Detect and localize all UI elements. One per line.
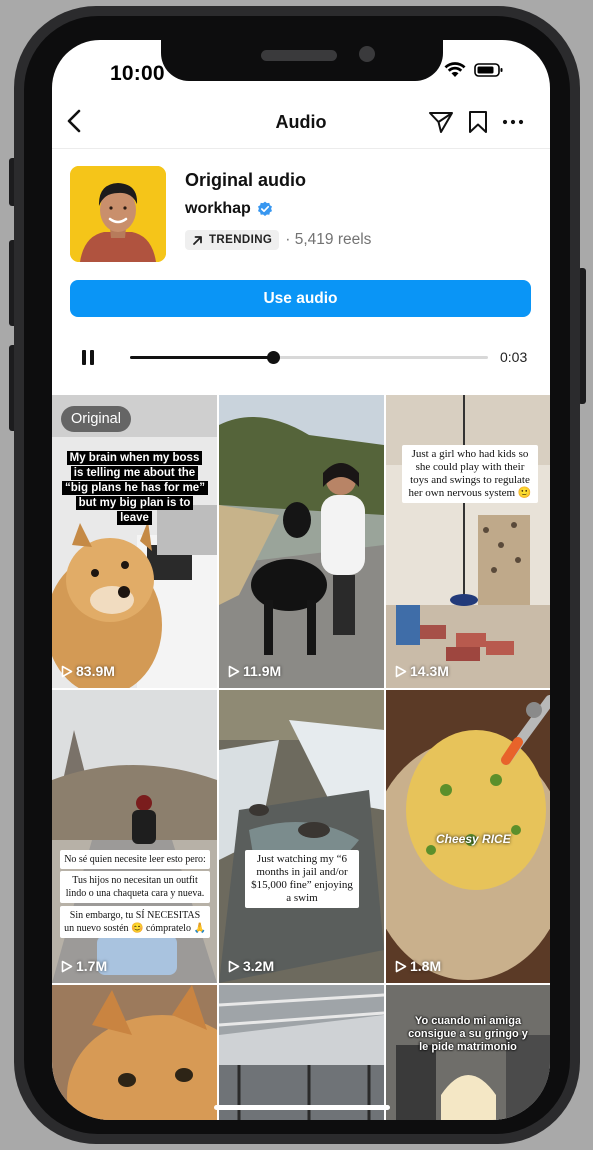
view-count: 1.7M [61,958,107,974]
play-icon [228,665,240,677]
verified-badge-icon [257,201,272,216]
reel-image [52,690,217,983]
wifi-icon [444,62,466,77]
home-indicator [214,1105,390,1110]
view-count: 3.2M [228,958,274,974]
trending-badge: TRENDING [185,230,280,250]
reel-caption: Just a girl who had kids so she could pl… [402,445,538,503]
artist-name: workhap [185,200,251,217]
trend-row: TRENDING · 5,419 reels [185,230,371,250]
view-count: 11.9M [228,663,281,679]
reel-thumbnail[interactable]: No sé quien necesite leer esto pero: Tus… [52,690,217,983]
screen: 10:00 Audio Original audio workhap TREND… [52,40,550,1120]
reel-image [219,395,384,688]
reel-thumbnail[interactable]: Just a girl who had kids so she could pl… [386,395,550,688]
reel-caption: Just watching my “6 months in jail and/o… [245,850,359,908]
play-icon [395,960,407,972]
reel-image [219,690,384,983]
view-count: 83.9M [61,663,115,679]
progress-fill [130,356,274,359]
reel-image [52,395,217,688]
front-camera [359,46,375,62]
reel-thumbnail[interactable]: Just watching my “6 months in jail and/o… [219,690,384,983]
reel-thumbnail[interactable]: 11.9M [219,395,384,688]
battery-icon [474,63,503,77]
reel-image [219,985,384,1120]
reel-thumbnail[interactable]: Yo cuando mi amiga consigue a su gringo … [386,985,550,1120]
reel-caption: My brain when my boss is telling me abou… [62,451,208,526]
reel-image [386,395,550,688]
share-send-icon[interactable] [428,110,454,134]
header-divider [52,148,550,149]
reel-caption: Cheesy RICE [436,832,511,846]
status-icons [444,62,504,78]
reel-caption: No sé quien necesite leer esto pero: [60,850,210,869]
more-options-icon[interactable] [502,119,524,125]
reel-thumbnail[interactable] [219,985,384,1120]
trending-label: TRENDING [209,234,273,246]
pause-icon[interactable] [82,350,94,365]
reels-grid: Original My brain when my boss is tellin… [52,395,550,1120]
audio-progress-slider[interactable] [130,351,488,364]
reel-caption: Yo cuando mi amiga consigue a su gringo … [408,1015,528,1053]
audio-title: Original audio [185,170,307,190]
play-icon [61,960,73,972]
play-icon [61,665,73,677]
reel-caption: Sin embargo, tu SÍ NECESITAS un nuevo so… [60,906,210,938]
bookmark-icon[interactable] [468,110,488,134]
header-actions [428,110,524,134]
original-badge: Original [61,406,131,432]
audio-duration: 0:03 [500,349,528,365]
progress-knob[interactable] [266,351,280,364]
view-count: 1.8M [395,958,441,974]
reel-thumbnail[interactable] [52,985,217,1120]
play-icon [395,665,407,677]
reel-thumbnail[interactable]: Original My brain when my boss is tellin… [52,395,217,688]
reel-caption: Tus hijos no necesitan un outfit lindo o… [60,871,210,903]
trending-arrow-icon [193,235,202,245]
play-icon [228,960,240,972]
artist-portrait [70,166,166,262]
reel-thumbnail[interactable]: Cheesy RICE 1.8M [386,690,550,983]
reel-image [52,985,217,1120]
view-count: 14.3M [395,663,449,679]
status-time: 10:00 [110,62,165,85]
audio-cover-image[interactable] [70,166,166,262]
speaker-grille [261,50,337,61]
notch [161,34,443,81]
reel-count: · 5,419 reels [285,231,372,248]
artist-name-link[interactable]: workhap [185,200,273,218]
use-audio-button[interactable]: Use audio [70,280,531,317]
